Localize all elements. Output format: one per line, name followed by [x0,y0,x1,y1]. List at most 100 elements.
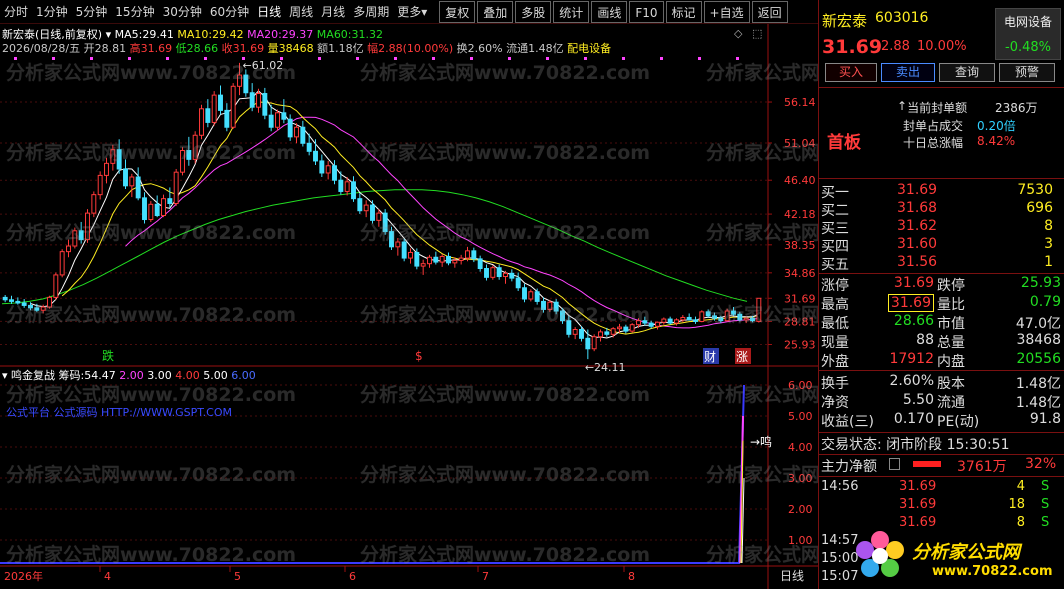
signal-dot [204,57,207,60]
kline-chart[interactable]: 56.14 51.04 46.40 42.18 38.35 34.86 31.69 28.81… [0,24,818,589]
table-icon[interactable] [889,458,900,470]
candle-body [693,319,698,322]
candle-body [338,179,344,192]
candle-body [648,322,654,327]
add-watchlist-button[interactable]: +自选 [703,0,750,23]
stat-label: 最低 [821,316,849,332]
period-tab-30min[interactable]: 30分钟 [159,1,206,23]
candle-body [116,149,122,170]
first-board-badge: 首板 [827,133,861,153]
candle-body [142,197,147,221]
query-button[interactable]: 查询 [939,63,995,82]
bid-row[interactable]: 买五 31.56 1 [819,254,1064,273]
candle-body [534,291,540,302]
candle-body [433,256,439,263]
bid-row[interactable]: 买一 31.69 7530 [819,182,1064,201]
candle-body [553,301,559,312]
industry-label[interactable]: 配电设备 [567,42,611,55]
year-label: 2026年 [4,569,43,583]
candle-body [547,301,553,310]
candle-body [503,272,508,278]
month-label: 5 [234,570,241,583]
stat-label: 流通 [937,395,965,411]
price-change: 2.88 [881,39,910,54]
candle-body [376,212,382,221]
period-tab-5min[interactable]: 5分钟 [72,1,112,23]
candle-body [281,112,287,120]
stat-value: 5.50 [902,392,934,408]
candle-body [408,251,413,259]
stat-label: 收益(三) [821,414,874,430]
draw-line-button[interactable]: 画线 [591,0,628,23]
sell-button[interactable]: 卖出 [881,63,935,82]
maximize-icon[interactable]: ⬚ [752,27,762,40]
candle-body [344,181,350,192]
candle-body [465,250,470,259]
candle-body [674,319,679,324]
candle-body [199,108,204,136]
period-tab-weekly[interactable]: 周线 [285,1,317,23]
stat-value: 47.0亿 [1015,316,1061,332]
stats-button[interactable]: 统计 [553,0,590,23]
chip-value: 54.47 [84,369,116,382]
float-value: 1.48亿 [528,42,564,55]
candle-body [313,150,318,162]
candle-body [97,174,103,196]
alert-button[interactable]: 预警 [999,63,1055,82]
bid-row[interactable]: 买四 31.60 3 [819,236,1064,255]
stat-row: 最低 28.66 市值 47.0亿 [819,313,1064,332]
candle-body [579,329,584,339]
candle-body [629,324,635,332]
bid-label: 买三 [821,221,849,237]
price-tick-label: 34.86 [784,267,816,280]
candle-body [332,165,337,181]
overlay-button[interactable]: 叠加 [477,0,514,23]
period-tab-daily[interactable]: 日线 [253,1,285,23]
mark-button[interactable]: 标记 [665,0,702,23]
tick-direction: S [1041,497,1050,512]
tick-volume: 4 [1016,479,1025,494]
bid-row[interactable]: 买二 31.68 696 [819,200,1064,219]
high-marker-label: ←61.02 [243,59,284,72]
buy-button[interactable]: 买入 [825,63,877,82]
f10-button[interactable]: F10 [629,0,664,23]
period-tab-multi[interactable]: 多周期 [349,1,393,23]
period-tab-1min[interactable]: 1分钟 [32,1,72,23]
formula-source-link[interactable]: 公式平台 公式源码 HTTP://WWW.GSPT.COM [6,404,232,420]
period-tab-monthly[interactable]: 月线 [317,1,349,23]
adjust-button[interactable]: 复权 [439,0,476,23]
indicator-name[interactable]: 鸣金复战 [11,369,55,382]
period-tab-60min[interactable]: 60分钟 [206,1,253,23]
candle-body [496,267,502,278]
price-tick-label: 56.14 [784,96,816,109]
signal-dot [280,57,283,60]
bid-row[interactable]: 买三 31.62 8 [819,218,1064,237]
candle-body [351,181,356,200]
amount-value: 1.18亿 [328,42,364,55]
logo-url: www.70822.com [932,564,1053,579]
candle-body [256,93,261,108]
sub-axis-label: 2.00 [788,503,813,516]
stat-label: 股本 [937,376,965,392]
ten-day-value: 8.42% [977,134,1016,148]
candle-body [78,230,84,241]
candle-body [173,171,179,204]
candle-body [490,267,496,278]
candle-body [699,311,705,322]
stat-label: 内盘 [937,354,965,370]
signal-dot [584,57,587,60]
candle-body [401,241,407,259]
candle-body [655,321,660,327]
diamond-icon[interactable]: ◇ [734,27,742,40]
back-button[interactable]: 返回 [751,0,788,23]
period-tab-15min[interactable]: 15分钟 [111,1,158,23]
month-label: 8 [628,570,635,583]
period-tab-timeshare[interactable]: 分时 [0,1,32,23]
collapse-icon[interactable]: ▾ [2,369,8,382]
multi-stock-button[interactable]: 多股 [515,0,552,23]
more-button[interactable]: 更多▾ [393,1,431,23]
date-value: 2026/08/28/五 [2,42,81,55]
bid-price: 31.62 [897,218,938,234]
main-net-label: 主力净额 [821,459,877,475]
candle-body [294,126,299,138]
